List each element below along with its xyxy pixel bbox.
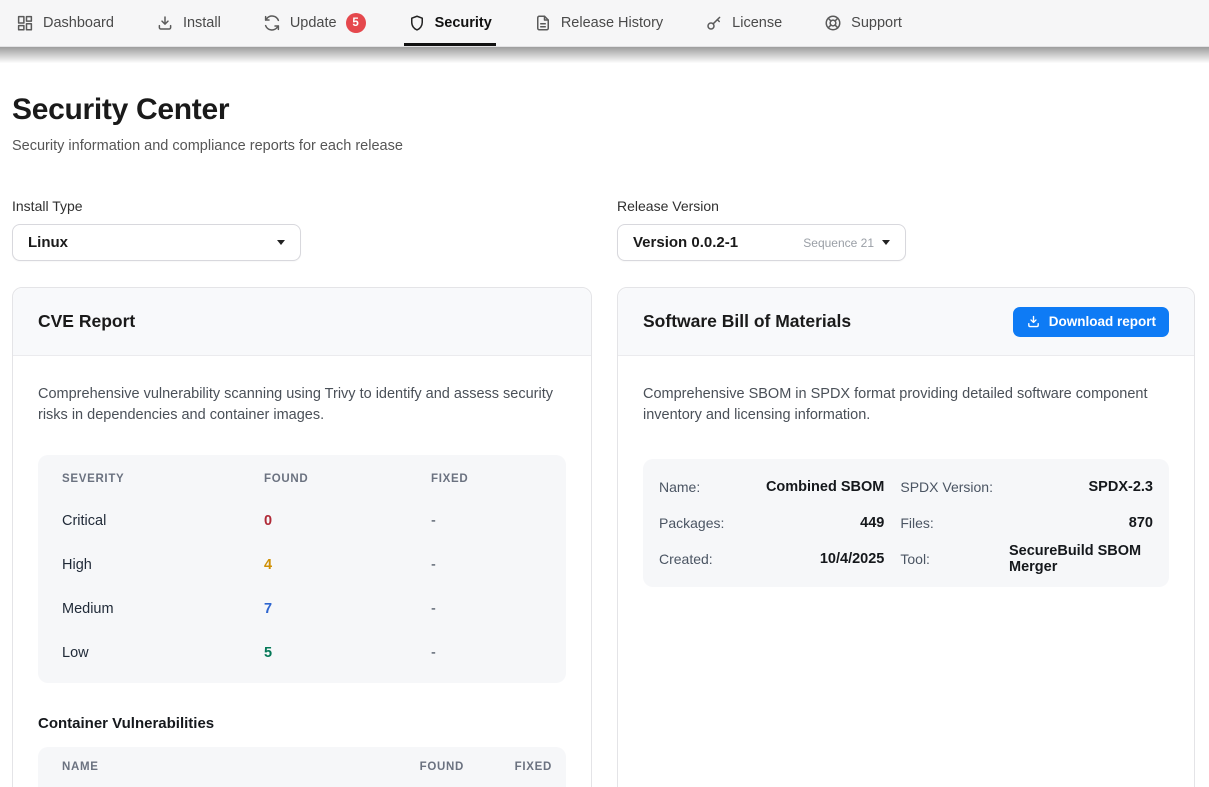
nav-label: License [732, 15, 782, 31]
download-report-label: Download report [1049, 314, 1156, 329]
nav-label: Install [183, 15, 221, 31]
name-col-header: NAME [62, 761, 374, 773]
cve-description: Comprehensive vulnerability scanning usi… [38, 384, 566, 427]
chevron-down-icon [882, 240, 890, 245]
found-count: 7 [264, 601, 431, 617]
nav-label: Dashboard [43, 15, 114, 31]
info-value: 870 [1009, 505, 1153, 541]
nav-item-release-history[interactable]: Release History [534, 0, 663, 46]
cve-card-header: CVE Report [13, 288, 591, 356]
fixed-count: - [431, 513, 542, 529]
install-type-value: Linux [28, 234, 277, 251]
info-label: Packages: [659, 505, 724, 541]
container-vulnerabilities-header: NAME FOUND FIXED [38, 747, 566, 787]
nav-item-license[interactable]: License [705, 0, 782, 46]
found-col-header: FOUND [374, 761, 464, 773]
download-report-button[interactable]: Download report [1013, 307, 1169, 337]
info-value: SecureBuild SBOM Merger [1009, 541, 1153, 577]
found-count: 4 [264, 557, 431, 573]
nav-label: Release History [561, 15, 663, 31]
found-count: 0 [264, 513, 431, 529]
nav-item-security[interactable]: Security [408, 0, 492, 46]
info-label: Created: [659, 541, 724, 577]
container-vulnerabilities-title: Container Vulnerabilities [38, 715, 566, 732]
refresh-icon [263, 14, 281, 32]
update-badge: 5 [346, 13, 366, 33]
sbom-info-grid: Name: Combined SBOM SPDX Version: SPDX-2… [643, 459, 1169, 587]
info-label: SPDX Version: [900, 469, 993, 505]
info-value: 449 [740, 505, 884, 541]
release-version-filter: Release Version Version 0.0.2-1 Sequence… [617, 198, 1195, 261]
chevron-down-icon [277, 240, 285, 245]
lifebuoy-icon [824, 14, 842, 32]
severity-name: Critical [62, 513, 264, 529]
top-navigation: Dashboard Install Update 5 Security Rele… [0, 0, 1209, 47]
nav-item-dashboard[interactable]: Dashboard [16, 0, 114, 46]
info-label: Tool: [900, 541, 993, 577]
nav-item-install[interactable]: Install [156, 0, 221, 46]
nav-label: Security [435, 15, 492, 31]
cve-report-card: CVE Report Comprehensive vulnerability s… [12, 287, 592, 787]
fixed-count: - [431, 601, 542, 617]
info-label: Files: [900, 505, 993, 541]
info-value: 10/4/2025 [740, 541, 884, 577]
install-type-label: Install Type [12, 198, 592, 214]
found-col-header: FOUND [264, 473, 431, 485]
sbom-description: Comprehensive SBOM in SPDX format provid… [643, 384, 1169, 427]
key-icon [705, 14, 723, 32]
cve-card-body: Comprehensive vulnerability scanning usi… [13, 356, 591, 787]
fixed-col-header: FIXED [431, 473, 542, 485]
document-icon [534, 14, 552, 32]
severity-name: High [62, 557, 264, 573]
shield-icon [408, 14, 426, 32]
nav-label: Update [290, 15, 337, 31]
cards-row: CVE Report Comprehensive vulnerability s… [12, 287, 1195, 787]
fixed-col-header: FIXED [464, 761, 552, 773]
table-row: Medium 7 - [38, 587, 566, 631]
info-label: Name: [659, 469, 724, 505]
sbom-card-header: Software Bill of Materials Download repo… [618, 288, 1194, 356]
severity-col-header: SEVERITY [62, 473, 264, 485]
nav-shadow-strip [0, 47, 1209, 63]
nav-item-update[interactable]: Update 5 [263, 0, 366, 46]
table-row: Critical 0 - [38, 499, 566, 543]
fixed-count: - [431, 645, 542, 661]
sbom-card-body: Comprehensive SBOM in SPDX format provid… [618, 356, 1194, 615]
sbom-card-title: Software Bill of Materials [643, 311, 851, 332]
severity-name: Low [62, 645, 264, 661]
info-value: Combined SBOM [740, 469, 884, 505]
release-version-select[interactable]: Version 0.0.2-1 Sequence 21 [617, 224, 906, 261]
cve-card-title: CVE Report [38, 311, 135, 332]
dashboard-icon [16, 14, 34, 32]
severity-name: Medium [62, 601, 264, 617]
nav-item-support[interactable]: Support [824, 0, 902, 46]
install-type-select[interactable]: Linux [12, 224, 301, 261]
install-type-filter: Install Type Linux [12, 198, 592, 261]
filters-row: Install Type Linux Release Version Versi… [12, 198, 1195, 261]
download-icon [1026, 314, 1041, 329]
fixed-count: - [431, 557, 542, 573]
main-content: Security Center Security information and… [0, 93, 1209, 787]
found-count: 5 [264, 645, 431, 661]
severity-table-header: SEVERITY FOUND FIXED [38, 459, 566, 499]
sbom-card: Software Bill of Materials Download repo… [617, 287, 1195, 787]
severity-table: SEVERITY FOUND FIXED Critical 0 - High 4… [38, 455, 566, 683]
table-row: Low 5 - [38, 631, 566, 675]
release-version-label: Release Version [617, 198, 1195, 214]
download-icon [156, 14, 174, 32]
nav-label: Support [851, 15, 902, 31]
table-row: High 4 - [38, 543, 566, 587]
page-subtitle: Security information and compliance repo… [12, 138, 1195, 154]
release-version-value: Version 0.0.2-1 [633, 234, 803, 251]
release-sequence-text: Sequence 21 [803, 236, 874, 250]
page-title: Security Center [12, 93, 1195, 127]
info-value: SPDX-2.3 [1009, 469, 1153, 505]
